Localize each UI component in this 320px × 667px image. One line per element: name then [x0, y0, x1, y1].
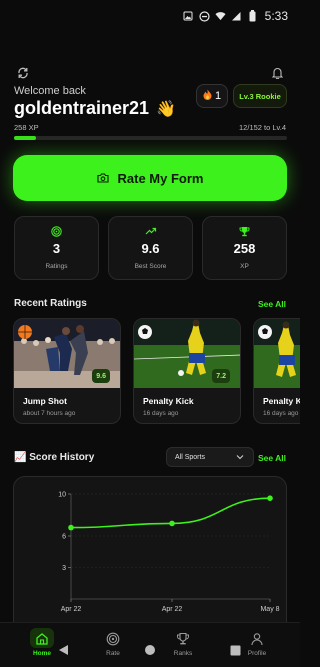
- username: goldentrainer21 👋: [14, 98, 176, 119]
- recent-ratings-see-all[interactable]: See All: [258, 299, 286, 309]
- status-bar: 5:33: [0, 0, 300, 32]
- stat-xp[interactable]: 258 XP: [202, 216, 287, 280]
- recent-ratings-title: Recent Ratings: [14, 298, 87, 309]
- rating-title: Penalty Kick: [143, 396, 194, 406]
- rating-time: 16 days ago: [263, 410, 299, 417]
- rating-score-badge: 9.6: [92, 369, 110, 383]
- rating-score-badge: 7.2: [212, 369, 230, 383]
- chevron-down-icon: [236, 453, 244, 463]
- tab-label: Rate: [106, 650, 120, 657]
- score-chart-svg: 10 6 3 Apr 22 Apr 22 May 8: [58, 492, 279, 614]
- chart-y-tick-label: 3: [62, 565, 66, 572]
- xp-progress-fill: [14, 136, 36, 140]
- xp-row: 258 XP 12/152 to Lv.4: [14, 123, 286, 132]
- back-nav-icon[interactable]: [58, 643, 69, 661]
- flame-icon: [203, 89, 212, 103]
- chart-x-tick-label: May 8: [260, 606, 279, 613]
- home-nav-icon[interactable]: [144, 643, 156, 661]
- stat-label: Ratings: [45, 263, 68, 270]
- trophy-icon: [203, 226, 286, 237]
- tab-label: Ranks: [173, 650, 193, 657]
- rate-my-form-button[interactable]: Rate My Form: [13, 155, 287, 201]
- rating-time: about 7 hours ago: [23, 410, 76, 417]
- chart-x-tick-label: Apr 22: [162, 606, 183, 613]
- battery-icon: [247, 10, 258, 22]
- sport-filter-value: All Sports: [175, 453, 205, 461]
- xp-current: 258 XP: [14, 123, 39, 132]
- rating-card[interactable]: 7.2 Penalty Kick 16 days ago: [133, 318, 241, 424]
- trophy-icon: [153, 632, 213, 648]
- streak-count: 1: [214, 90, 222, 102]
- rate-my-form-label: Rate My Form: [117, 170, 204, 186]
- trending-up-icon: [109, 226, 192, 237]
- sport-filter-dropdown[interactable]: All Sports: [166, 447, 254, 467]
- status-time: 5:33: [264, 9, 288, 23]
- chart-data-point: [169, 520, 175, 527]
- rating-card[interactable]: 9.6 Jump Shot about 7 hours ago: [13, 318, 121, 424]
- target-icon: [83, 632, 143, 648]
- bell-icon[interactable]: [271, 66, 284, 84]
- stat-value: 258: [233, 241, 256, 256]
- score-history-chart: 10 6 3 Apr 22 Apr 22 May 8: [13, 476, 287, 636]
- photo-icon: [183, 11, 194, 22]
- welcome-text: Welcome back: [14, 85, 86, 97]
- stat-best-score[interactable]: 9.6 Best Score: [108, 216, 193, 280]
- rating-card[interactable]: Penalty Kick 16 days ago: [253, 318, 300, 424]
- rating-thumbnail: [254, 319, 300, 388]
- do-not-disturb-icon: [199, 10, 210, 22]
- streak-badge[interactable]: 1: [196, 84, 228, 108]
- rating-time: 16 days ago: [143, 410, 179, 417]
- wifi-icon: [215, 11, 226, 22]
- chart-x-tick-label: Apr 22: [61, 606, 82, 613]
- score-history-title: 📈 Score History: [14, 452, 95, 463]
- xp-progress-label: 12/152 to Lv.4: [239, 123, 286, 132]
- chart-y-tick-label: 6: [62, 534, 66, 541]
- recent-ratings-list: 9.6 Jump Shot about 7 hours ago 7.2 Pena…: [13, 318, 300, 424]
- stat-label: Best Score: [134, 263, 167, 270]
- stat-value: 3: [52, 241, 61, 256]
- score-history-see-all[interactable]: See All: [258, 453, 286, 463]
- tab-rate[interactable]: Rate: [83, 623, 143, 667]
- refresh-icon[interactable]: [17, 66, 29, 84]
- tab-ranks[interactable]: Ranks: [153, 623, 213, 667]
- chart-data-point: [68, 524, 74, 531]
- top-icon-row: [14, 66, 286, 80]
- target-icon: [15, 226, 98, 237]
- level-badge[interactable]: Lv.3 Rookie: [233, 84, 287, 108]
- chart-y-tick-label: 10: [58, 492, 66, 499]
- stats-row: 3 Ratings 9.6 Best Score 258 XP: [14, 216, 287, 280]
- recents-nav-icon[interactable]: [230, 643, 241, 661]
- stat-value: 9.6: [141, 241, 160, 256]
- rating-title: Penalty Kick: [263, 396, 300, 406]
- stat-label: XP: [240, 263, 249, 270]
- stat-ratings[interactable]: 3 Ratings: [14, 216, 99, 280]
- rating-title: Jump Shot: [23, 396, 67, 406]
- camera-icon: [96, 171, 109, 186]
- username-text: goldentrainer21: [14, 98, 150, 118]
- wave-emoji: 👋: [156, 101, 176, 118]
- xp-progress-bar: [14, 136, 287, 140]
- signal-icon: [231, 11, 242, 22]
- chart-data-point: [267, 495, 273, 501]
